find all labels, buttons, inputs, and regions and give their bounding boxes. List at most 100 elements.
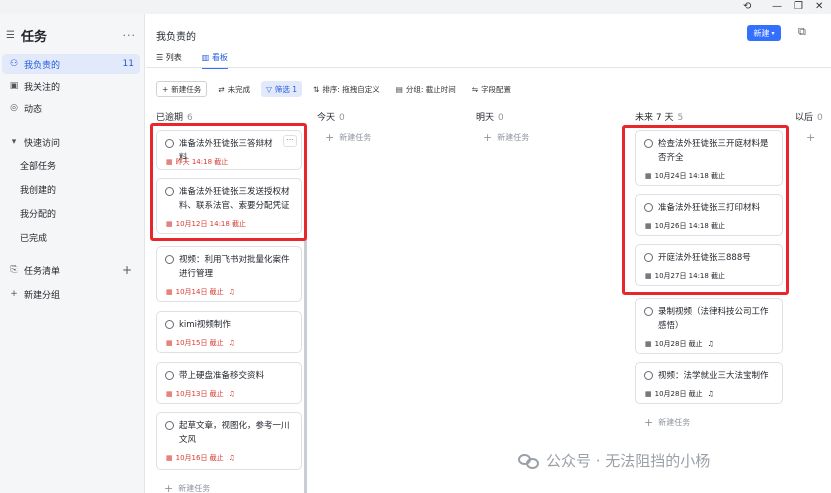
column-title: 已逾期	[156, 113, 184, 123]
column-count: 5	[677, 113, 684, 123]
sidebar-item-assigned[interactable]: 我分配的	[20, 207, 56, 220]
calendar-icon: ▦	[645, 390, 652, 398]
group-icon: ▤	[395, 84, 403, 94]
incomplete-toggle[interactable]: ⇄ 未完成	[213, 81, 255, 97]
sidebar-item-activity[interactable]: ◎ 动态	[2, 98, 140, 118]
calendar-icon: ▦	[166, 454, 173, 462]
minimize-icon[interactable]: —	[772, 1, 782, 13]
task-list-label: 任务清单	[24, 266, 61, 277]
add-task-label: 新建任务	[339, 133, 372, 142]
new-button[interactable]: 新建 ▾	[747, 25, 781, 41]
plus-icon: +	[806, 131, 816, 144]
task-card[interactable]: kimi视频制作 ▦ 10月15日 截止 ♫	[156, 311, 302, 353]
filter-button[interactable]: ▽ 筛选 1	[261, 81, 303, 97]
due-text: 10月28日 截止	[654, 340, 703, 348]
task-card[interactable]: 开庭法外狂徒张三888号 ▦ 10月27日 14:18 截止	[635, 244, 783, 286]
task-checkbox[interactable]	[165, 421, 174, 430]
column-scrollbar[interactable]	[304, 134, 307, 493]
task-title: 带上硬盘准备移交资料	[179, 371, 265, 381]
sidebar-item-mine[interactable]: ⚇ 我负责的 11	[2, 54, 140, 74]
sidebar-item-completed[interactable]: 已完成	[20, 231, 47, 244]
filter-icon: ▽	[266, 84, 272, 94]
task-card[interactable]: 视频：利用飞书对批量化案件进行管理 ▦ 10月14日 截止 ♫	[156, 246, 302, 302]
sidebar-item-count: 11	[122, 59, 134, 69]
task-due: ▦ 10月28日 截止 ♫	[645, 339, 714, 349]
task-checkbox[interactable]	[644, 203, 653, 212]
task-due: ▦ 10月14日 截止 ♫	[166, 287, 235, 297]
task-checkbox[interactable]	[644, 139, 653, 148]
task-title: 准备法外狂徒张三打印材料	[658, 203, 761, 213]
task-card[interactable]: 准备法外狂徒张三打印材料 ▦ 10月26日 14:18 截止	[635, 194, 783, 236]
quick-access-toggle[interactable]: ▾ 快速访问	[2, 132, 140, 152]
tab-label: 列表	[165, 53, 182, 62]
due-text: 10月15日 截止	[175, 339, 224, 347]
task-card[interactable]: 准备法外狂徒张三答辩材料 ··· ▦ 昨天 14:18 截止	[156, 130, 302, 170]
task-title: 检查法外狂徒张三开庭材料是否齐全	[658, 139, 769, 163]
add-task-label: 新建任务	[658, 418, 691, 427]
task-card[interactable]: 带上硬盘准备移交资料 ▦ 10月13日 截止 ♫	[156, 362, 302, 404]
task-card[interactable]: 视频：法学就业三大法宝制作 ▦ 10月28日 截止 ♫	[635, 362, 783, 404]
column-title: 以后	[795, 113, 814, 123]
column-count: 6	[187, 113, 193, 123]
task-checkbox[interactable]	[165, 320, 174, 329]
more-icon[interactable]: ···	[123, 29, 137, 42]
task-checkbox[interactable]	[165, 187, 174, 196]
restore-icon[interactable]: ❐	[794, 1, 803, 13]
swap-icon: ⇄	[218, 84, 225, 94]
task-checkbox[interactable]	[644, 371, 653, 380]
group-button[interactable]: ▤ 分组: 截止时间	[391, 81, 461, 97]
task-title: 准备法外狂徒张三发送授权材料、联系法官、索要分配凭证	[179, 187, 290, 211]
fields-button[interactable]: ⇋ 字段配置	[467, 81, 516, 97]
window-titlebar: ⟲ — ❐ ✕	[0, 0, 831, 14]
sidebar-item-label: 动态	[24, 104, 43, 115]
column-header-next-7-days: 未来 7 天5	[635, 110, 683, 123]
tabs-divider	[146, 67, 831, 68]
sidebar-item-task-list[interactable]: ⎘ 任务清单 +	[2, 260, 140, 280]
due-text: 10月26日 14:18 截止	[654, 222, 726, 230]
task-checkbox[interactable]	[165, 255, 174, 264]
sidebar-item-following[interactable]: ▣ 我关注的	[2, 76, 140, 96]
column-title: 今天	[317, 113, 336, 123]
task-card[interactable]: 录制视频（法律科技公司工作感悟） ▦ 10月28日 截止 ♫	[635, 298, 783, 354]
add-task-list-icon[interactable]: +	[122, 263, 132, 277]
task-title: 开庭法外狂徒张三888号	[658, 253, 751, 263]
new-task-button[interactable]: + 新建任务	[156, 81, 208, 97]
list-icon: ⎘	[10, 265, 18, 275]
new-button-label: 新建	[753, 28, 770, 38]
add-task-next-7-days[interactable]: + 新建任务	[644, 416, 690, 429]
sidebar-item-created[interactable]: 我创建的	[20, 183, 56, 196]
add-task-later[interactable]: +	[806, 131, 815, 144]
group-label: 分组: 截止时间	[405, 84, 456, 94]
calendar-icon: ▦	[645, 172, 652, 180]
plus-icon: +	[483, 131, 493, 144]
add-task-today[interactable]: + 新建任务	[325, 131, 371, 144]
due-text: 10月16日 截止	[175, 454, 224, 462]
task-title: 视频：利用飞书对批量化案件进行管理	[179, 255, 290, 279]
more-icon[interactable]: ···	[283, 135, 297, 147]
sidebar-item-all-tasks[interactable]: 全部任务	[20, 159, 56, 172]
task-card[interactable]: 准备法外狂徒张三发送授权材料、联系法官、索要分配凭证 ▦ 10月12日 14:18…	[156, 178, 302, 234]
task-card[interactable]: 检查法外狂徒张三开庭材料是否齐全 ▦ 10月24日 14:18 截止	[635, 130, 783, 186]
task-checkbox[interactable]	[165, 139, 174, 148]
task-checkbox[interactable]	[644, 253, 653, 262]
task-title: 录制视频（法律科技公司工作感悟）	[658, 307, 769, 331]
chevron-down-icon: ▾	[771, 29, 775, 37]
caret-down-icon: ▾	[11, 137, 17, 147]
add-task-tomorrow[interactable]: + 新建任务	[483, 131, 529, 144]
task-checkbox[interactable]	[644, 307, 653, 316]
bell-icon: ♫	[707, 340, 714, 348]
close-icon[interactable]: ✕	[815, 1, 823, 13]
new-group-button[interactable]: + 新建分组	[2, 284, 140, 304]
collapse-menu-icon[interactable]: ☰	[6, 30, 15, 41]
due-text: 10月14日 截止	[175, 288, 224, 296]
share-window-icon[interactable]: ⧉	[798, 25, 806, 39]
calendar-icon: ▦	[166, 339, 173, 347]
calendar-icon: ▦	[166, 390, 173, 398]
bell-icon: ♫	[707, 390, 714, 398]
sort-button[interactable]: ⇅ 排序: 拖拽自定义	[308, 81, 385, 97]
task-checkbox[interactable]	[165, 371, 174, 380]
calendar-icon: ▦	[166, 158, 173, 166]
add-task-overdue[interactable]: + 新建任务	[164, 482, 210, 493]
task-card[interactable]: 起草文章，视图化，参考一川文风 ▦ 10月16日 截止 ♫	[156, 412, 302, 470]
history-icon[interactable]: ⟲	[743, 1, 751, 13]
